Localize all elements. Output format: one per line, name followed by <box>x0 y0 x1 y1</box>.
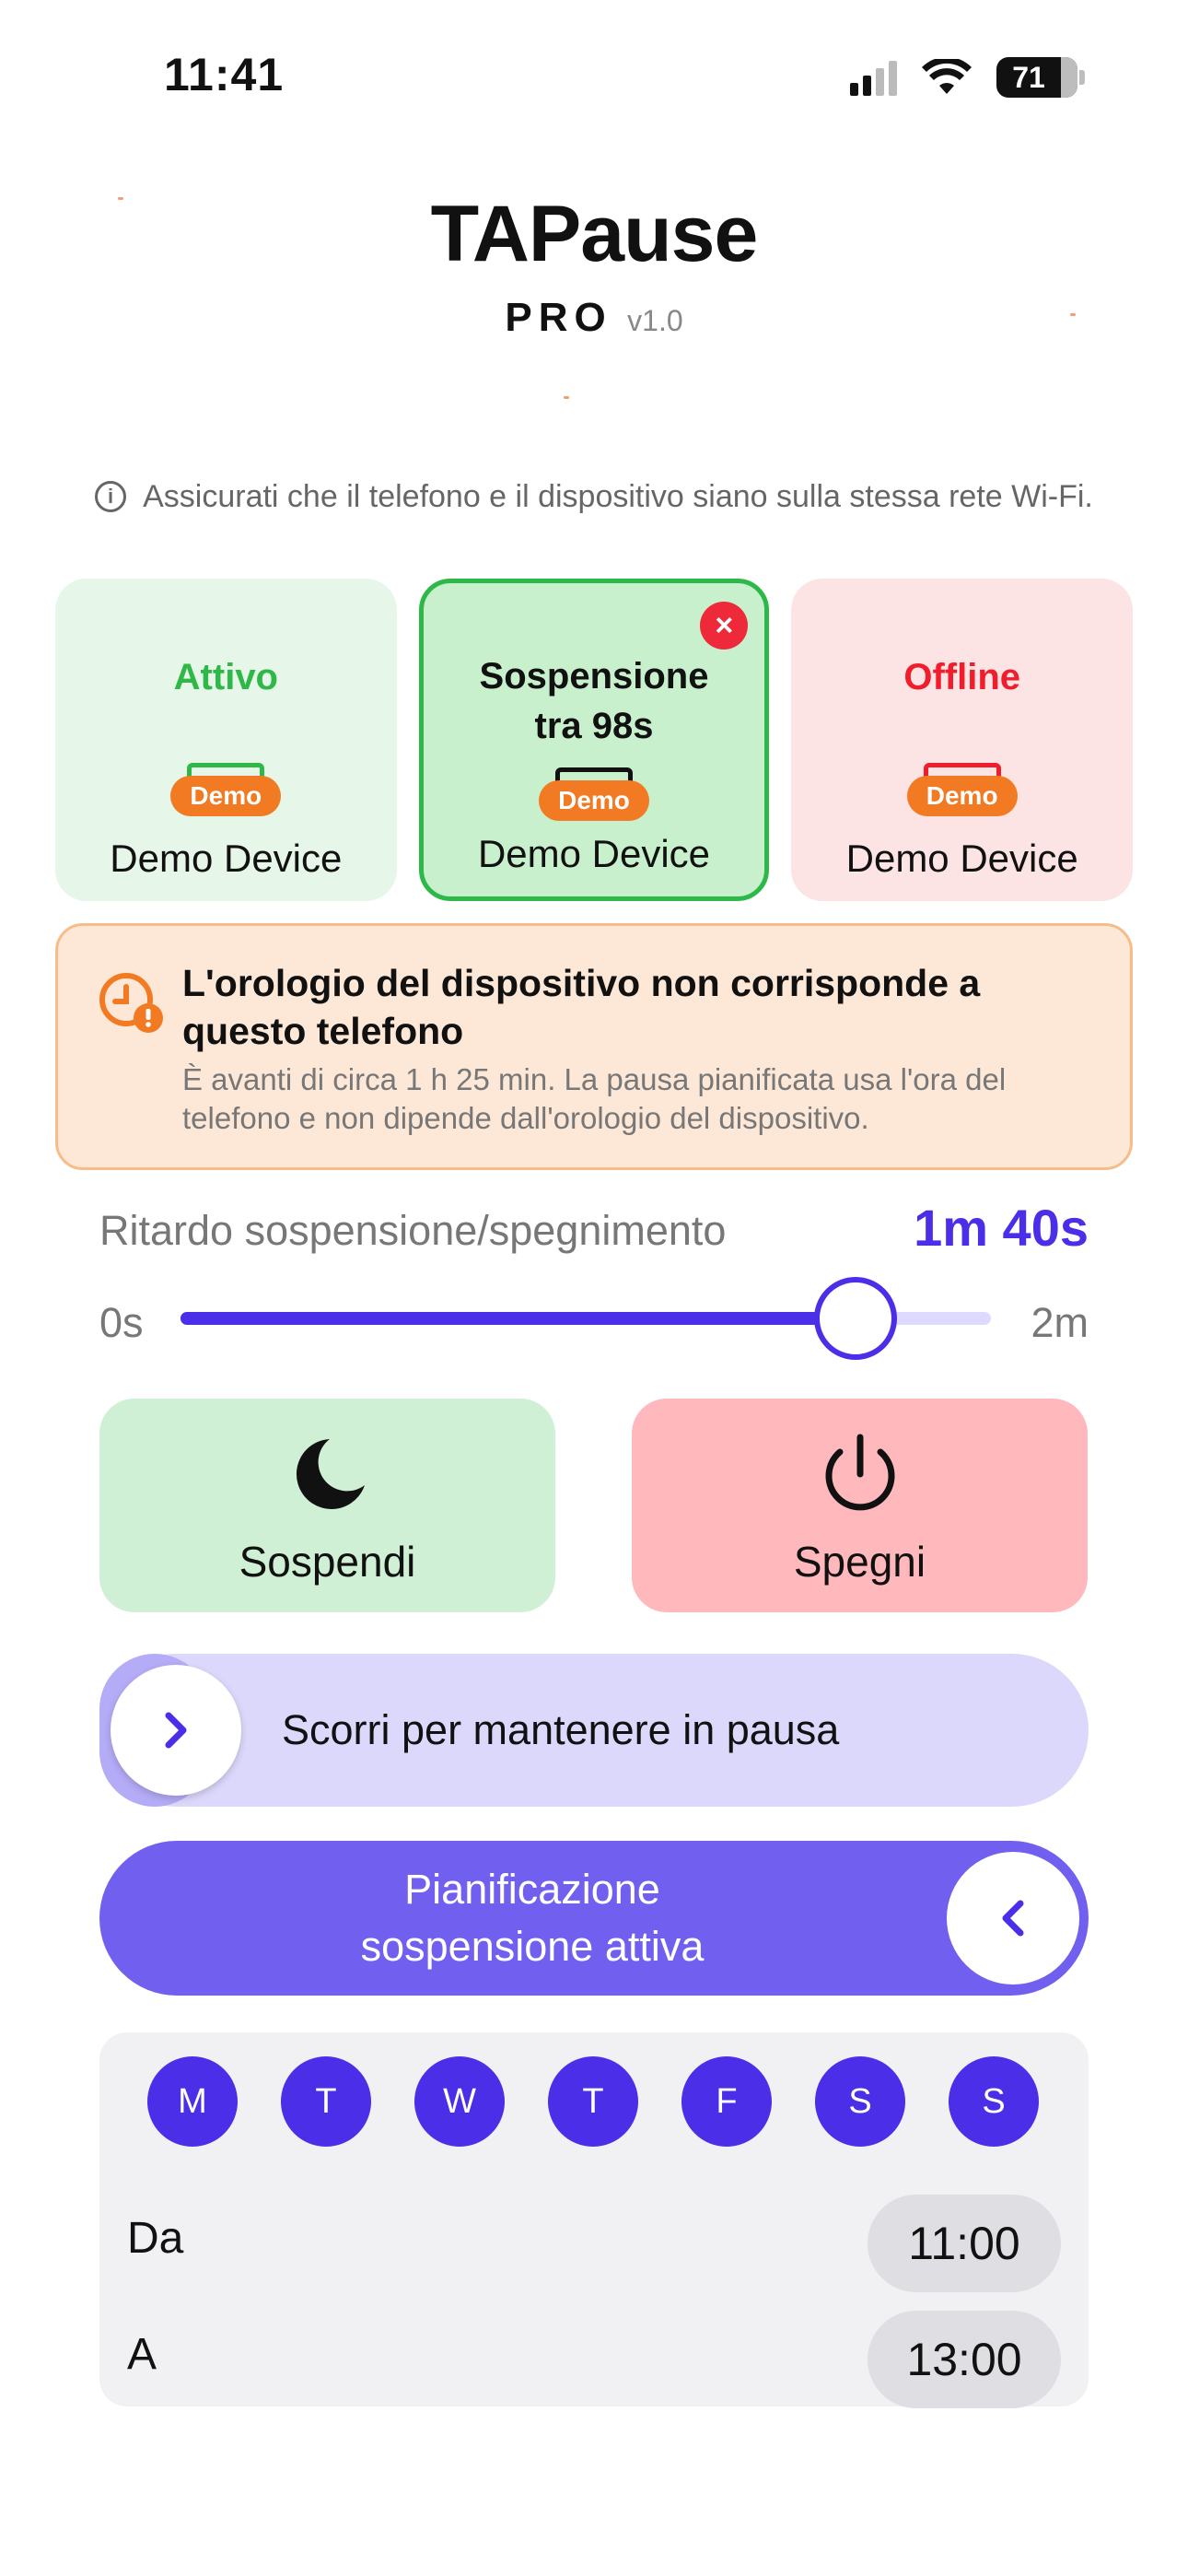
device-card-sleeping[interactable]: × Sospensione tra 98s Demo Demo Device <box>418 579 770 901</box>
slider-max-label: 2m <box>1031 1299 1089 1346</box>
info-icon: i <box>95 481 127 512</box>
demo-badge: Demo <box>539 780 649 821</box>
day-monday[interactable]: M <box>147 2056 238 2147</box>
clock-mismatch-warning: L'orologio del dispositivo non corrispon… <box>55 923 1133 1170</box>
warning-body: È avanti di circa 1 h 25 min. La pausa p… <box>182 1062 1007 1135</box>
keep-paused-swipe[interactable]: Scorri per mantenere in pausa <box>99 1654 1089 1807</box>
sleep-button-label: Sospendi <box>239 1538 416 1586</box>
delay-slider-thumb[interactable] <box>814 1277 898 1360</box>
power-icon <box>825 1434 894 1511</box>
schedule-toggle[interactable]: Pianificazione sospensione attiva <box>99 1841 1089 1996</box>
schedule-toggle-label: Pianificazione sospensione attiva <box>360 1866 705 1970</box>
day-tuesday[interactable]: T <box>281 2056 371 2147</box>
day-sunday[interactable]: S <box>949 2056 1039 2147</box>
chevron-left-icon <box>1002 1900 1024 1937</box>
moon-icon <box>296 1439 365 1509</box>
delay-slider-fill <box>181 1312 856 1325</box>
demo-badge: Demo <box>170 776 282 816</box>
shutdown-button-label: Spegni <box>793 1538 926 1586</box>
device-cards: Attivo Demo Demo Device × Sospensione tr… <box>55 579 1134 901</box>
swipe-label: Scorri per mantenere in pausa <box>282 1706 840 1753</box>
shutdown-button[interactable]: Spegni <box>632 1399 1088 1612</box>
schedule-panel: M T W T F S S Da 11:00 A 13:00 <box>99 2032 1089 2408</box>
edition-label: PRO <box>505 295 612 340</box>
wifi-icon <box>922 59 972 94</box>
status-time: 11:41 <box>164 49 285 100</box>
status-bar: 11:41 71 <box>0 0 1188 157</box>
status-icons: 71 <box>850 57 1085 98</box>
from-time-picker[interactable]: 11:00 <box>868 2195 1061 2292</box>
device-name: Demo Device <box>477 832 711 875</box>
device-status: Offline <box>903 657 1021 697</box>
device-card-offline[interactable]: Offline Demo Demo Device <box>791 579 1134 901</box>
day-thursday[interactable]: T <box>548 2056 638 2147</box>
warning-title: L'orologio del dispositivo non corrispon… <box>182 962 981 1052</box>
sleep-button[interactable]: Sospendi <box>99 1399 555 1612</box>
swipe-handle[interactable] <box>111 1665 241 1796</box>
day-saturday[interactable]: S <box>815 2056 905 2147</box>
cellular-signal-icon <box>850 59 897 96</box>
delay-label: Ritardo sospensione/spegnimento <box>99 1207 727 1254</box>
battery-level: 71 <box>1012 60 1045 94</box>
network-info-text: Assicurati che il telefono e il disposit… <box>143 479 1093 514</box>
day-wednesday[interactable]: W <box>414 2056 505 2147</box>
cancel-sleep-button[interactable]: × <box>700 602 749 650</box>
day-selector: M T W T F S S <box>147 2056 1039 2147</box>
chevron-right-icon <box>165 1712 187 1749</box>
day-friday[interactable]: F <box>681 2056 772 2147</box>
device-status: Attivo <box>173 657 278 697</box>
from-label: Da <box>127 2214 184 2263</box>
battery-icon: 71 <box>996 57 1077 98</box>
device-name: Demo Device <box>110 837 343 880</box>
to-time-picker[interactable]: 13:00 <box>868 2311 1061 2408</box>
device-name: Demo Device <box>845 837 1078 880</box>
network-info: i Assicurati che il telefono e il dispos… <box>74 477 1114 516</box>
edition-row: PRO v1.0 <box>0 295 1188 341</box>
device-card-active[interactable]: Attivo Demo Demo Device <box>55 579 397 901</box>
laptop-icon: Demo <box>906 755 1018 822</box>
to-label: A <box>127 2330 157 2379</box>
clock-alert-icon <box>99 973 163 1033</box>
laptop-icon: Demo <box>170 755 282 822</box>
demo-badge: Demo <box>906 776 1018 816</box>
slider-min-label: 0s <box>99 1299 144 1346</box>
app-title: TAPause <box>430 190 759 278</box>
device-status: Sospensione tra 98s <box>479 656 709 746</box>
version-label: v1.0 <box>627 304 683 337</box>
delay-slider[interactable] <box>181 1277 991 1360</box>
laptop-icon: Demo <box>539 760 649 826</box>
schedule-toggle-handle[interactable] <box>947 1852 1079 1985</box>
delay-value: 1m 40s <box>914 1199 1089 1257</box>
